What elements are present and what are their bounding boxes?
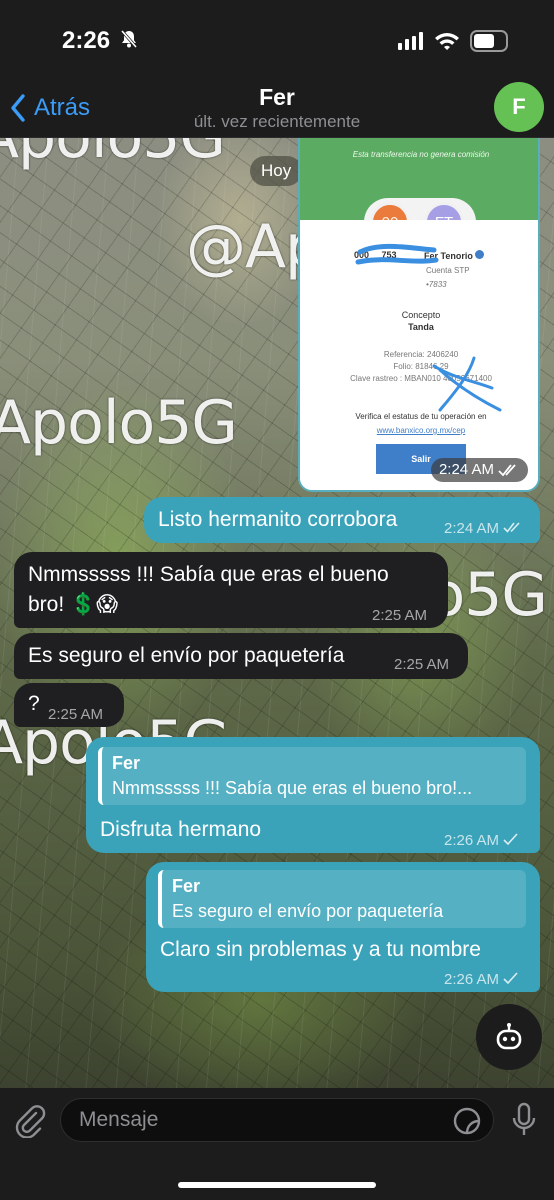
home-indicator[interactable] — [178, 1182, 376, 1188]
battery-icon — [470, 30, 508, 52]
message-text: Disfruta hermano — [100, 818, 262, 841]
status-bar: 2:26 — [0, 0, 554, 80]
message-bubble-outgoing[interactable]: Fer Es seguro el envío por paquetería Cl… — [146, 862, 540, 992]
reply-quote[interactable]: Fer Es seguro el envío por paquetería — [158, 870, 526, 928]
double-check-icon — [498, 464, 516, 477]
message-time: 2:25 AM — [48, 706, 104, 723]
sticker-icon — [453, 1107, 481, 1135]
check-icon — [503, 833, 518, 846]
message-input[interactable] — [60, 1098, 494, 1142]
bell-muted-icon — [119, 29, 139, 54]
message-text: ? — [28, 692, 40, 715]
message-time-text: 2:26 AM — [444, 832, 500, 849]
message-text: Es seguro el envío por paquetería — [28, 644, 345, 667]
chat-title[interactable]: Fer — [0, 84, 554, 111]
robot-icon — [496, 1023, 522, 1050]
message-bubble-outgoing[interactable]: Fer Nmmsssss !!! Sabía que eras el bueno… — [86, 737, 540, 853]
microphone-button[interactable] — [510, 1102, 538, 1143]
message-bubble-outgoing[interactable]: Listo hermanito corrobora 2:24 AM — [144, 497, 540, 543]
bot-menu-button[interactable] — [476, 1004, 542, 1070]
message-text-line-2: bro! 💲😱 — [28, 593, 119, 616]
message-bubble-incoming[interactable]: Es seguro el envío por paquetería 2:25 A… — [14, 633, 468, 679]
message-time: 2:24 AM — [444, 515, 525, 543]
verify-link: www.banxico.org.mx/cep — [376, 426, 466, 435]
wifi-icon — [434, 31, 460, 56]
image-header-text: Esta transferencia no genera comisión — [352, 150, 490, 159]
message-bubble-incoming[interactable]: ? 2:25 AM — [14, 683, 124, 727]
check-icon — [503, 972, 518, 985]
message-time-text: 2:24 AM — [444, 520, 500, 537]
microphone-icon — [512, 1102, 536, 1135]
message-time: 2:25 AM — [372, 607, 428, 624]
reply-quote[interactable]: Fer Nmmsssss !!! Sabía que eras el bueno… — [98, 747, 526, 805]
reply-author: Fer — [112, 753, 141, 773]
message-time-text: 2:26 AM — [444, 971, 500, 988]
message-text: Claro sin problemas y a tu nombre — [160, 938, 481, 961]
double-check-icon — [503, 522, 520, 533]
message-time: 2:25 AM — [394, 656, 450, 673]
chat-header: Atrás Fer últ. vez recientemente F — [0, 80, 554, 138]
message-text: Listo hermanito corrobora — [158, 508, 398, 531]
attach-button[interactable] — [12, 1102, 46, 1143]
status-time: 2:26 — [62, 27, 111, 54]
sticker-button[interactable] — [452, 1106, 482, 1141]
message-text-line-1: Nmmsssss !!! Sabía que eras el bueno — [28, 563, 389, 586]
message-bubble-incoming[interactable]: Nmmsssss !!! Sabía que eras el bueno bro… — [14, 552, 448, 628]
wallpaper-watermark: Apolo5G — [0, 388, 238, 458]
reply-author: Fer — [172, 876, 201, 896]
image-timestamp: 2:24 AM — [430, 458, 528, 482]
image-message[interactable]: Esta transferencia no genera comisión 00… — [298, 138, 540, 492]
scribble-redaction — [355, 243, 502, 412]
cellular-signal-icon — [398, 32, 424, 55]
image-time-text: 2:24 AM — [438, 461, 494, 478]
reply-text: Nmmsssss !!! Sabía que eras el bueno bro… — [112, 778, 473, 798]
reply-text: Es seguro el envío por paquetería — [172, 901, 444, 921]
chat-subtitle: últ. vez recientemente — [193, 112, 361, 131]
paperclip-icon — [15, 1105, 46, 1139]
message-time: 2:26 AM — [444, 966, 519, 994]
avatar[interactable]: F — [494, 82, 544, 132]
date-separator: Hoy — [250, 156, 303, 186]
message-time: 2:26 AM — [444, 827, 519, 855]
